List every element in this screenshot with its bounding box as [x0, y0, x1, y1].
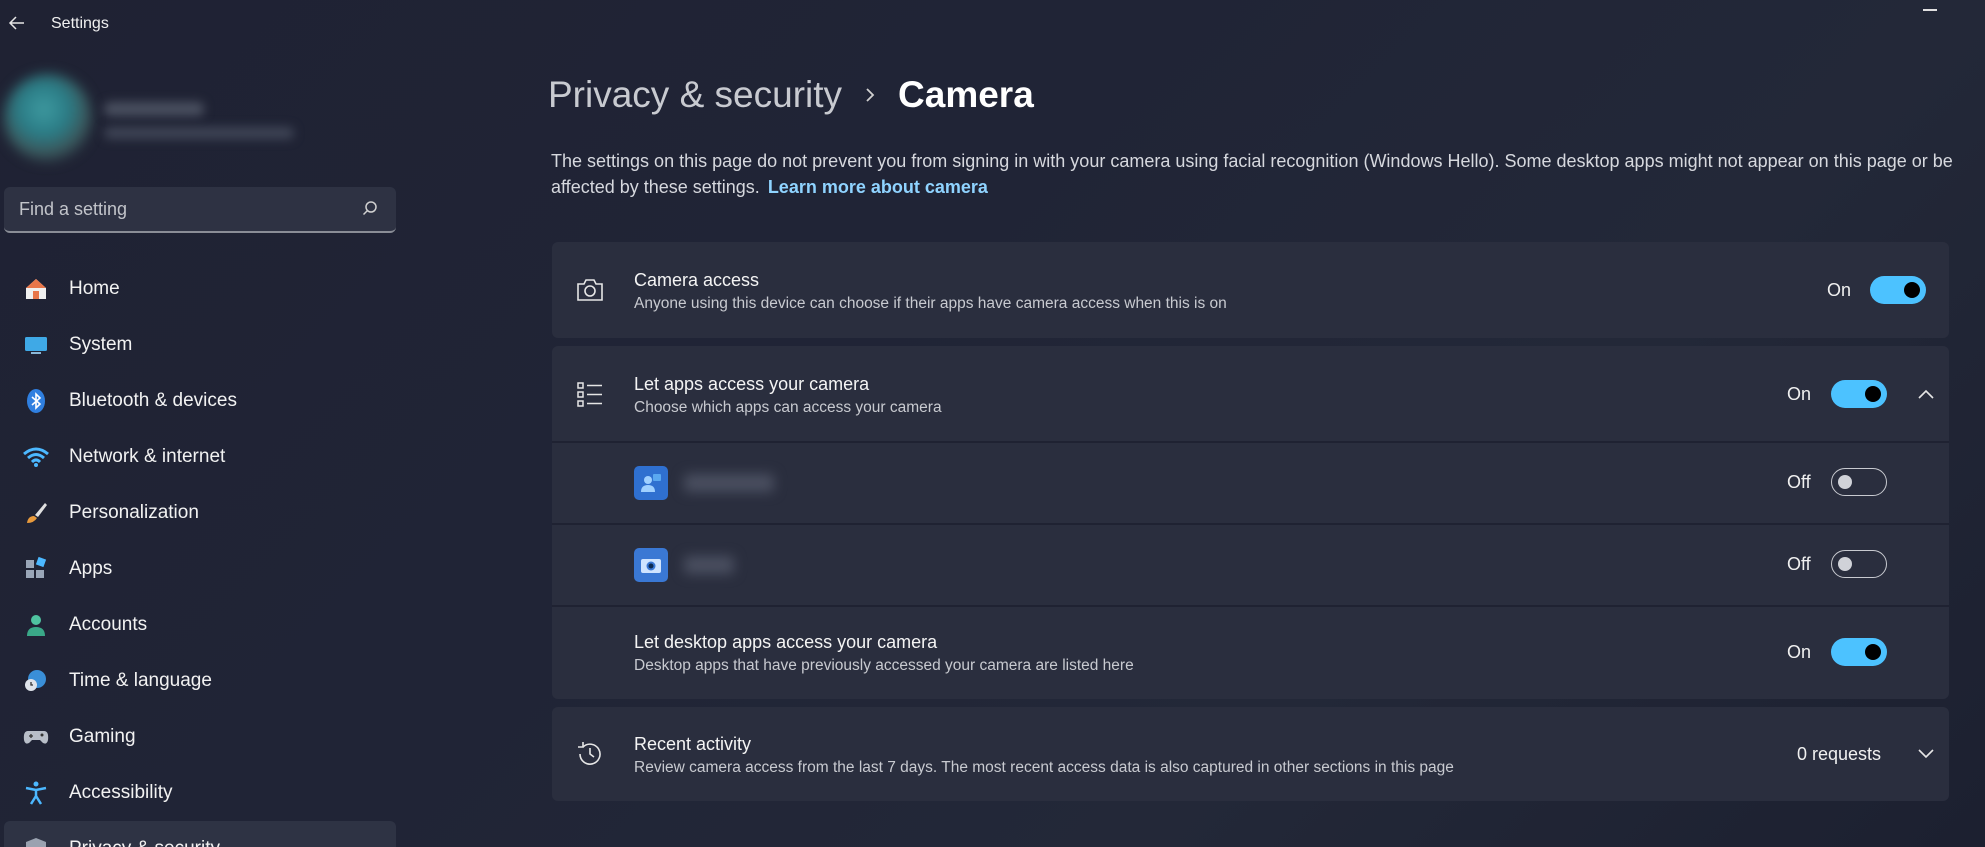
recent-activity-subtitle: Review camera access from the last 7 day…: [634, 759, 1454, 776]
sidebar-item-label: Bluetooth & devices: [69, 390, 237, 411]
sidebar-item-system[interactable]: System: [4, 317, 396, 373]
brush-icon: [22, 499, 50, 527]
description-text: The settings on this page do not prevent…: [551, 151, 1953, 197]
search-box: [4, 187, 396, 233]
chevron-right-icon: [864, 87, 876, 103]
avatar: [4, 74, 92, 162]
let-apps-subtitle: Choose which apps can access your camera: [634, 399, 942, 416]
sidebar-item-apps[interactable]: Apps: [4, 541, 396, 597]
camera-access-text: Camera access Anyone using this device c…: [634, 270, 1227, 313]
sidebar-item-label: System: [69, 334, 133, 355]
page-title: Camera: [898, 74, 1034, 115]
sidebar-item-label: Home: [69, 278, 120, 299]
desktop-apps-subtitle: Desktop apps that have previously access…: [634, 657, 1134, 674]
sidebar-item-label: Privacy & security: [69, 838, 220, 847]
sidebar-item-label: Time & language: [69, 670, 212, 691]
app-toggle[interactable]: [1831, 468, 1887, 496]
sidebar-item-label: Network & internet: [69, 446, 226, 467]
divider: [552, 605, 1949, 607]
accessibility-icon: [22, 779, 50, 807]
breadcrumb: Privacy & security Camera: [548, 70, 1034, 120]
camera-access-card: Camera access Anyone using this device c…: [552, 242, 1949, 338]
sidebar: Home System Bluetooth & devices Network …: [0, 48, 405, 847]
camera-access-toggle[interactable]: [1870, 276, 1926, 304]
profile-email-blurred: [104, 127, 294, 139]
bluetooth-icon: [22, 387, 50, 415]
sidebar-item-accessibility[interactable]: Accessibility: [4, 765, 396, 821]
desktop-apps-text: Let desktop apps access your camera Desk…: [634, 632, 1134, 675]
sidebar-item-time-language[interactable]: Time & language: [4, 653, 396, 709]
camera-access-subtitle: Anyone using this device can choose if t…: [634, 295, 1227, 312]
sidebar-item-label: Gaming: [69, 726, 136, 747]
nav-list: Home System Bluetooth & devices Network …: [0, 261, 405, 847]
camera-icon: [574, 274, 606, 306]
recent-activity-title: Recent activity: [634, 734, 752, 754]
app-title: Settings: [51, 15, 109, 32]
desktop-apps-state: On: [1787, 642, 1812, 662]
sidebar-item-home[interactable]: Home: [4, 261, 396, 317]
app-toggle[interactable]: [1831, 550, 1887, 578]
back-button[interactable]: [4, 10, 30, 36]
sidebar-item-label: Accessibility: [69, 782, 173, 803]
let-apps-text: Let apps access your camera Choose which…: [634, 374, 942, 417]
chevron-up-icon[interactable]: [1914, 382, 1938, 406]
sidebar-item-label: Apps: [69, 558, 113, 579]
sidebar-item-label: Personalization: [69, 502, 199, 523]
wifi-icon: [22, 443, 50, 471]
divider: [552, 441, 1949, 443]
home-icon: [22, 275, 50, 303]
recent-activity-count: 0 requests: [1797, 744, 1882, 764]
gamepad-icon: [22, 723, 50, 751]
people-app-icon: [634, 466, 668, 500]
app-name-blurred: [684, 556, 734, 574]
page-description: The settings on this page do not prevent…: [551, 148, 1956, 200]
accounts-icon: [22, 611, 50, 639]
desktop-apps-title: Let desktop apps access your camera: [634, 632, 938, 652]
sidebar-item-gaming[interactable]: Gaming: [4, 709, 396, 765]
back-arrow-icon: [8, 16, 24, 30]
sidebar-item-privacy-security[interactable]: Privacy & security: [4, 821, 396, 847]
learn-more-link[interactable]: Learn more about camera: [768, 177, 988, 197]
desktop-apps-toggle[interactable]: [1831, 638, 1887, 666]
profile-name-blurred: [104, 102, 204, 116]
let-apps-state: On: [1787, 384, 1812, 404]
camera-access-state: On: [1827, 280, 1852, 300]
settings-window: Settings Home: [0, 0, 1985, 847]
list-icon: [574, 378, 606, 410]
recent-activity-card[interactable]: Recent activity Review camera access fro…: [552, 707, 1949, 801]
app-state: Off: [1787, 554, 1811, 574]
sidebar-item-accounts[interactable]: Accounts: [4, 597, 396, 653]
app-state: Off: [1787, 472, 1811, 492]
camera-app-icon: [634, 548, 668, 582]
system-icon: [22, 331, 50, 359]
let-apps-card: Let apps access your camera Choose which…: [552, 346, 1949, 699]
search-input[interactable]: [4, 187, 344, 231]
apps-icon: [22, 555, 50, 583]
user-profile[interactable]: [4, 62, 304, 172]
sidebar-item-label: Accounts: [69, 614, 148, 635]
search-icon[interactable]: [360, 199, 380, 219]
history-icon: [574, 738, 606, 770]
shield-icon: [22, 835, 50, 847]
camera-access-title: Camera access: [634, 270, 760, 290]
sidebar-item-network[interactable]: Network & internet: [4, 429, 396, 485]
globe-clock-icon: [22, 667, 50, 695]
divider: [552, 523, 1949, 525]
sidebar-item-bluetooth[interactable]: Bluetooth & devices: [4, 373, 396, 429]
chevron-down-icon[interactable]: [1914, 742, 1938, 766]
let-apps-toggle[interactable]: [1831, 380, 1887, 408]
let-apps-title: Let apps access your camera: [634, 374, 870, 394]
recent-activity-text: Recent activity Review camera access fro…: [634, 734, 1454, 777]
sidebar-item-personalization[interactable]: Personalization: [4, 485, 396, 541]
breadcrumb-parent[interactable]: Privacy & security: [548, 74, 842, 116]
app-name-blurred: [684, 474, 774, 492]
main-content: Privacy & security Camera The settings o…: [548, 0, 1953, 847]
